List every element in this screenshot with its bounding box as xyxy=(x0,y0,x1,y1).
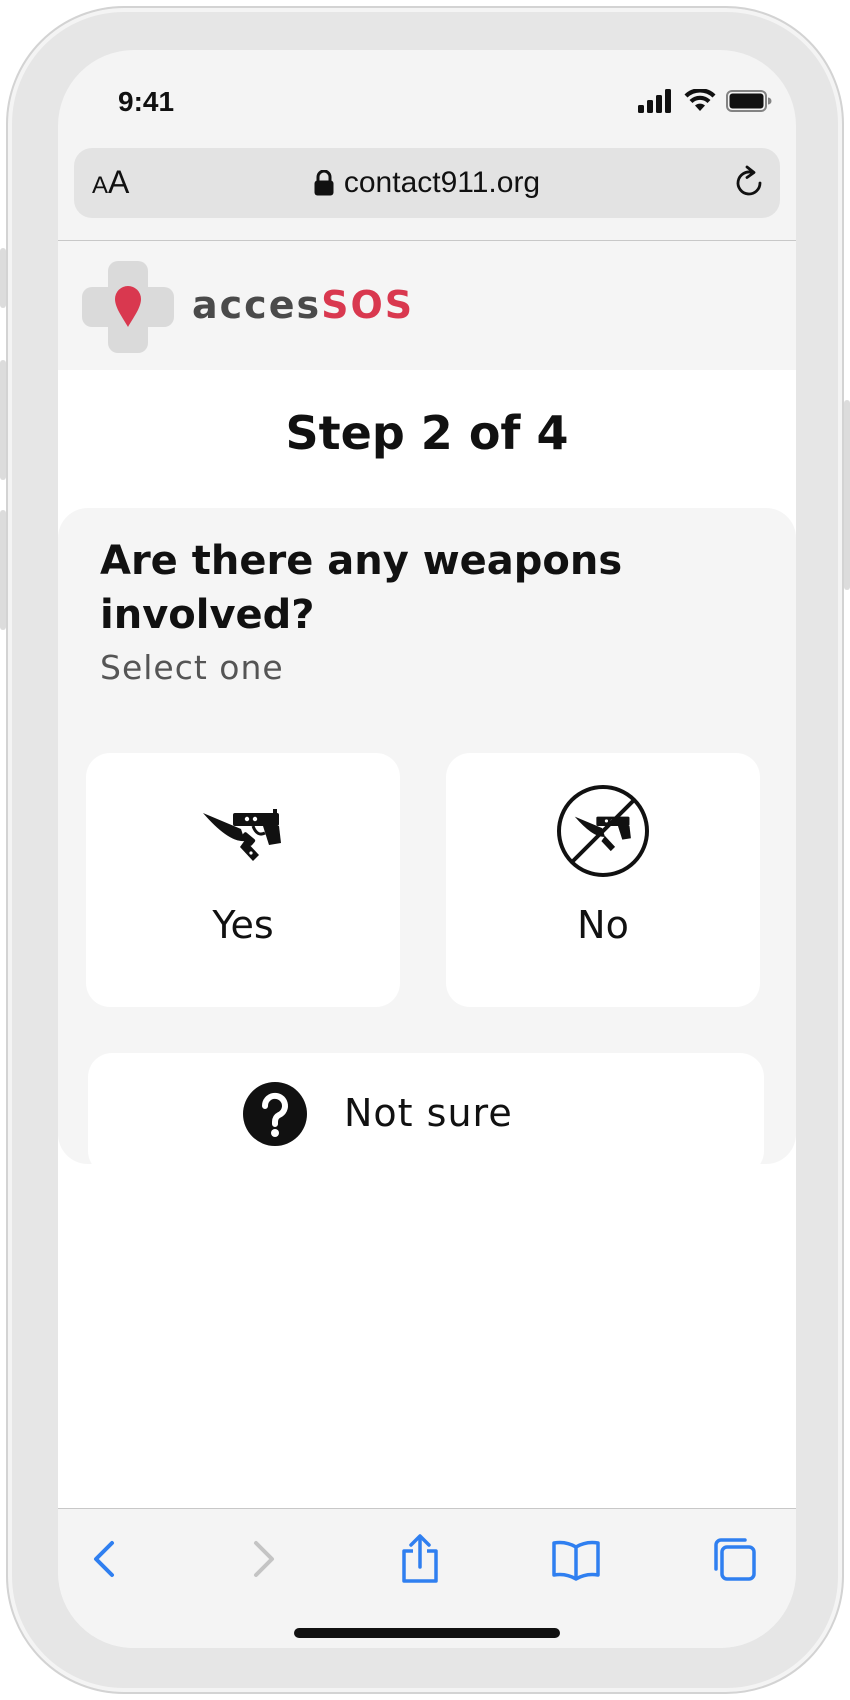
weapons-icon xyxy=(203,809,281,861)
volume-up-button xyxy=(0,360,6,480)
option-not-sure-label: Not sure xyxy=(344,1091,513,1135)
question-mark-icon xyxy=(243,1082,307,1146)
wifi-icon xyxy=(684,89,716,111)
option-no-button[interactable]: No xyxy=(446,753,760,1007)
status-icons xyxy=(638,86,772,116)
status-bar: 9:41 xyxy=(58,50,796,150)
bookmarks-icon[interactable] xyxy=(550,1533,602,1585)
power-button xyxy=(844,400,850,590)
step-indicator: Step 2 of 4 xyxy=(285,406,569,460)
forward-icon[interactable] xyxy=(236,1533,288,1585)
home-indicator[interactable] xyxy=(294,1628,560,1638)
battery-icon xyxy=(726,90,772,112)
url-bar[interactable]: AA contact911.org xyxy=(74,148,780,218)
question-subtitle: Select one xyxy=(100,648,284,687)
share-icon[interactable] xyxy=(394,1533,446,1585)
lock-icon xyxy=(314,170,334,196)
url-text: contact911.org xyxy=(343,166,541,199)
web-content: accesSOS Step 2 of 4 Are there any weapo… xyxy=(58,241,796,1508)
option-no-label: No xyxy=(577,903,629,947)
option-not-sure-button[interactable]: Not sure xyxy=(88,1053,764,1175)
url-display[interactable]: contact911.org xyxy=(74,166,780,200)
brand-name[interactable]: accesSOS xyxy=(192,283,414,327)
option-yes-label: Yes xyxy=(212,903,274,947)
option-yes-button[interactable]: Yes xyxy=(86,753,400,1007)
accessos-logo[interactable] xyxy=(82,261,174,353)
cellular-signal-icon xyxy=(638,89,671,113)
site-header: accesSOS xyxy=(58,241,796,370)
volume-down-button xyxy=(0,510,6,630)
no-weapons-icon xyxy=(557,785,649,877)
status-time: 9:41 xyxy=(118,86,175,117)
question-title: Are there any weapons involved? xyxy=(100,538,623,638)
brand-part-sos: SOS xyxy=(321,283,415,327)
reload-icon[interactable] xyxy=(730,164,768,202)
back-icon[interactable] xyxy=(80,1533,132,1585)
tabs-icon[interactable] xyxy=(708,1533,760,1585)
mute-switch xyxy=(0,248,6,308)
question-card: Are there any weapons involved? Select o… xyxy=(58,508,796,1175)
brand-part-acces: acces xyxy=(192,283,322,327)
phone-screen: 9:41 AA contact911.org accesSOS Step 2 o… xyxy=(58,50,796,1648)
